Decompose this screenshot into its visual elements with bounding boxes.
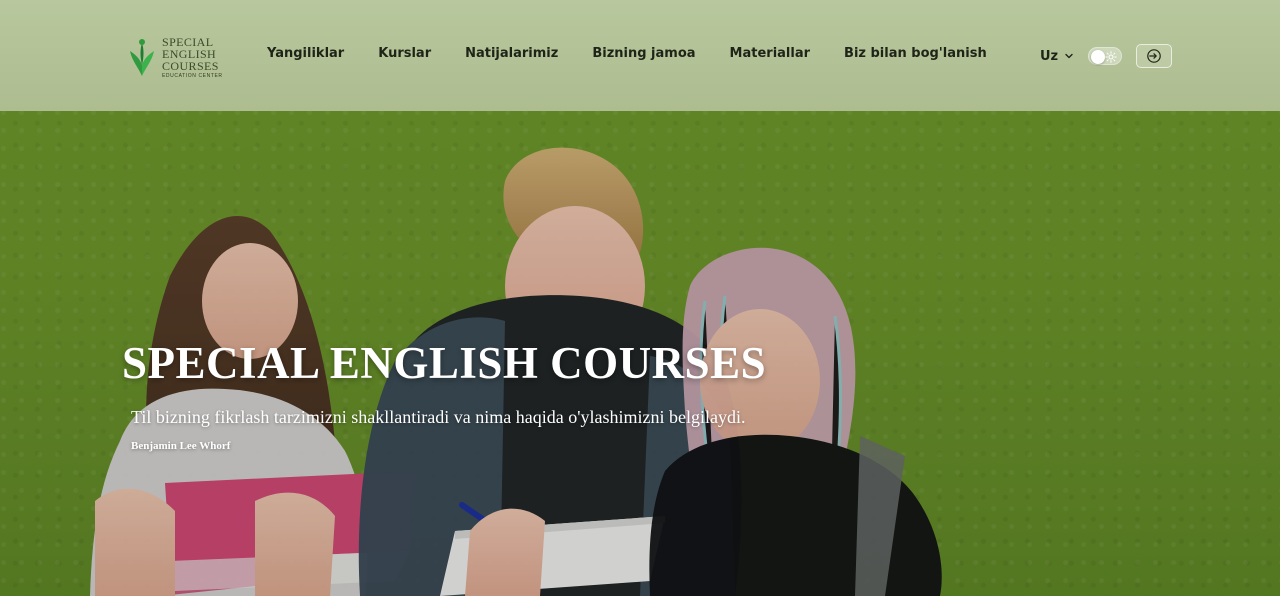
hero-text-block: SPECIAL ENGLISH COURSES Til bizning fikr…	[122, 337, 882, 452]
brand-line-2: ENGLISH	[162, 46, 217, 61]
hero-quote-author: Benjamin Lee Whorf	[131, 440, 231, 452]
toggle-knob	[1091, 50, 1106, 64]
language-label: Uz	[1040, 48, 1059, 64]
top-navigation-bar: SPECIAL ENGLISH COURSES EDUCATION CENTER…	[0, 0, 1280, 111]
chevron-down-icon	[1065, 53, 1073, 59]
brand-line-3: COURSES	[162, 58, 219, 73]
main-nav: Yangiliklar Kurslar Natijalarimiz Biznin…	[267, 46, 987, 61]
login-icon	[1147, 49, 1161, 63]
hero-quote: Til bizning fikrlash tarzimizni shakllan…	[131, 407, 746, 427]
brand-wordmark: SPECIAL ENGLISH COURSES EDUCATION CENTER	[162, 36, 223, 79]
theme-toggle[interactable]	[1088, 47, 1123, 65]
hero-section: SPECIAL ENGLISH COURSES Til bizning fikr…	[0, 111, 1280, 596]
brand-subtitle: EDUCATION CENTER	[162, 72, 223, 79]
nav-item-bizning-jamoa[interactable]: Bizning jamoa	[592, 46, 695, 61]
leaf-person-icon	[130, 39, 154, 76]
hero-title: SPECIAL ENGLISH COURSES	[122, 338, 767, 388]
language-selector[interactable]: Uz	[1040, 49, 1074, 64]
nav-item-natijalarimiz[interactable]: Natijalarimiz	[465, 46, 558, 61]
nav-item-yangiliklar[interactable]: Yangiliklar	[267, 46, 344, 61]
header-actions: Uz	[1040, 44, 1173, 68]
login-button[interactable]	[1136, 44, 1173, 68]
nav-item-kurslar[interactable]: Kurslar	[378, 46, 431, 61]
nav-item-materiallar[interactable]: Materiallar	[730, 46, 810, 61]
sun-icon	[1105, 51, 1117, 63]
page: SPECIAL ENGLISH COURSES EDUCATION CENTER…	[0, 0, 1280, 596]
brand-logo[interactable]: SPECIAL ENGLISH COURSES EDUCATION CENTER	[128, 28, 228, 86]
brand-line-1: SPECIAL	[162, 34, 214, 49]
nav-item-contact[interactable]: Biz bilan bog'lanish	[844, 46, 987, 61]
